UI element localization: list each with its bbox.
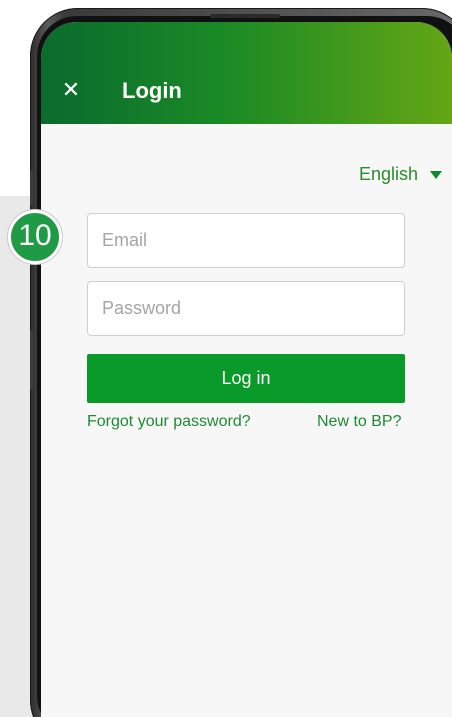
password-field[interactable]: [87, 281, 405, 336]
phone-side-button: [30, 170, 34, 206]
login-button[interactable]: Log in: [87, 354, 405, 403]
caret-down-icon: [430, 170, 442, 179]
language-label: English: [358, 164, 418, 184]
app-bar: ✕ Login: [41, 22, 452, 124]
email-field[interactable]: [87, 213, 405, 268]
forgot-password-link[interactable]: Forgot your password?: [87, 413, 251, 431]
app-screen: ✕ Login English Log in Forgot your passw…: [41, 22, 452, 717]
new-to-bp-link[interactable]: New to BP?: [317, 413, 401, 431]
language-selector[interactable]: English: [359, 164, 442, 185]
phone-speaker: [210, 14, 280, 18]
close-icon[interactable]: ✕: [59, 78, 83, 102]
step-number-badge: 10: [8, 210, 62, 264]
screenshot-stage: ✕ Login English Log in Forgot your passw…: [0, 0, 452, 717]
phone-side-button: [30, 330, 34, 390]
page-title: Login: [122, 78, 182, 103]
